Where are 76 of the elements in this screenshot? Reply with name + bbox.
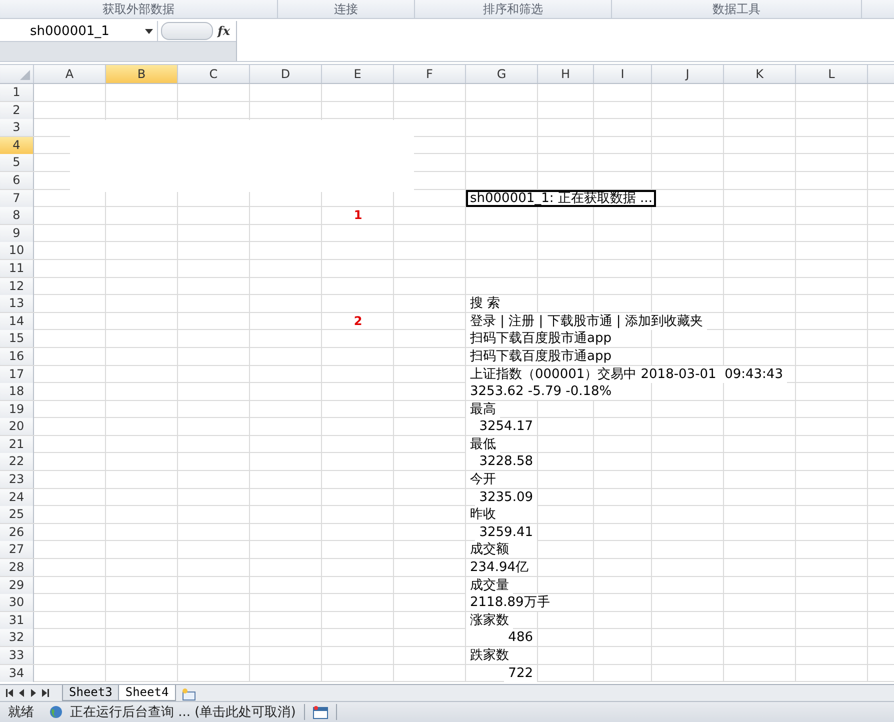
row-header[interactable]: 25 <box>0 506 34 524</box>
row-header[interactable]: 19 <box>0 400 34 418</box>
page-layout-icon[interactable] <box>312 706 328 718</box>
row-header[interactable]: 18 <box>0 383 34 400</box>
row-header[interactable]: 34 <box>0 664 34 682</box>
cell-value: 722 <box>504 664 537 682</box>
sheet-tab[interactable]: Sheet4 <box>118 685 176 701</box>
row-header[interactable]: 31 <box>0 612 34 629</box>
cell-text: 上证指数（000001）交易中 2018-03-01 09:43:43 <box>466 366 787 382</box>
row-header[interactable]: 14 <box>0 312 34 330</box>
cell-text: 最低 <box>466 436 500 453</box>
name-box[interactable]: sh000001_1 <box>0 21 158 41</box>
new-sheet-icon[interactable] <box>180 688 197 701</box>
cell-value: 3259.41 <box>475 524 537 541</box>
row-header[interactable]: 33 <box>0 647 34 664</box>
cell-value: 3235.09 <box>475 488 537 506</box>
cell-text: 涨家数 <box>466 612 513 629</box>
row-header[interactable]: 27 <box>0 541 34 558</box>
column-header[interactable]: C <box>178 65 250 83</box>
ribbon-group-label: 数据工具 <box>612 0 862 18</box>
column-header[interactable]: K <box>724 65 796 83</box>
row-header[interactable]: 10 <box>0 242 34 260</box>
row-header[interactable]: 16 <box>0 348 34 365</box>
row-header[interactable]: 32 <box>0 629 34 646</box>
row-header[interactable]: 17 <box>0 366 34 382</box>
row-header[interactable]: 21 <box>0 436 34 453</box>
row-header[interactable]: 22 <box>0 453 34 470</box>
ribbon-group-label: 获取外部数据 <box>0 0 278 18</box>
next-sheet-icon[interactable] <box>30 689 37 697</box>
ribbon-group-label: 排序和筛选 <box>415 0 612 18</box>
row-header[interactable]: 23 <box>0 471 34 488</box>
globe-icon <box>50 706 62 718</box>
row-header[interactable]: 3 <box>0 119 34 136</box>
column-header[interactable]: E <box>322 65 394 83</box>
insert-function-button[interactable]: fx <box>218 24 230 38</box>
previous-sheet-icon[interactable] <box>18 689 25 697</box>
column-header[interactable]: I <box>594 65 652 83</box>
background-query-message[interactable]: 正在运行后台查询 ... (单击此处可取消) <box>70 703 296 721</box>
row-header[interactable]: 30 <box>0 594 34 612</box>
row-header[interactable]: 7 <box>0 190 34 207</box>
row-header[interactable]: 24 <box>0 488 34 506</box>
ribbon-group-label: 连接 <box>278 0 415 18</box>
first-sheet-icon[interactable] <box>6 689 13 697</box>
last-sheet-icon[interactable] <box>42 689 49 697</box>
dropdown-caret-icon[interactable] <box>145 28 153 34</box>
status-ready: 就绪 <box>8 704 34 721</box>
row-header[interactable]: 2 <box>0 102 34 119</box>
cell-text: 登录 | 注册 | 下载股市通 | 添加到收藏夹 <box>466 312 707 330</box>
row-header[interactable]: 8 <box>0 207 34 224</box>
column-header[interactable]: J <box>652 65 724 83</box>
sheet-tab[interactable]: Sheet3 <box>62 685 120 701</box>
column-header[interactable]: D <box>250 65 322 83</box>
row-header[interactable]: 4 <box>0 136 34 154</box>
row-header[interactable]: 1 <box>0 84 34 101</box>
cell-text: 最高 <box>466 400 500 418</box>
marker-number: 2 <box>354 314 362 328</box>
row-header[interactable]: 11 <box>0 260 34 277</box>
row-header[interactable]: 29 <box>0 576 34 594</box>
row-header[interactable]: 13 <box>0 295 34 312</box>
column-header[interactable]: L <box>796 65 868 83</box>
row-header[interactable]: 9 <box>0 224 34 242</box>
cell-text: sh000001_1: 正在获取数据 ... <box>466 190 656 207</box>
row-header[interactable]: 20 <box>0 418 34 436</box>
row-header[interactable]: 15 <box>0 330 34 348</box>
row-header[interactable]: 12 <box>0 278 34 295</box>
row-header[interactable]: 26 <box>0 524 34 541</box>
column-header[interactable]: F <box>394 65 466 83</box>
column-header[interactable]: G <box>466 65 538 83</box>
column-header[interactable]: H <box>538 65 594 83</box>
resize-handle[interactable] <box>161 22 213 40</box>
row-header[interactable]: 28 <box>0 559 34 576</box>
row-header[interactable]: 5 <box>0 154 34 172</box>
row-header[interactable]: 6 <box>0 172 34 189</box>
cell-text: 成交量 <box>466 576 513 594</box>
column-header[interactable]: B <box>106 65 178 83</box>
marker-number: 1 <box>354 209 362 222</box>
